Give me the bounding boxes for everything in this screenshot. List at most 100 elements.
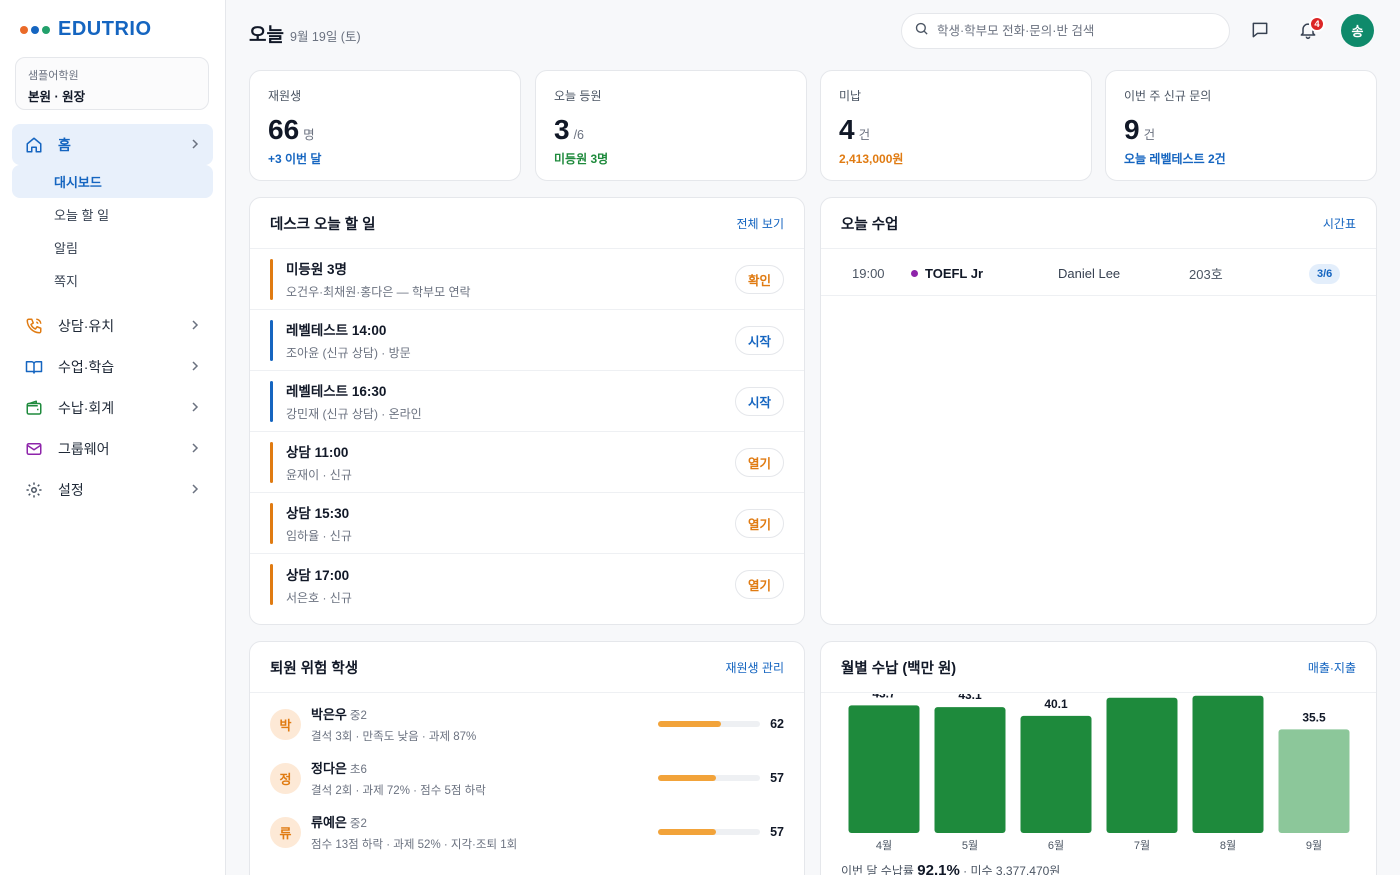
task-action-button[interactable]: 확인 <box>734 264 784 294</box>
sidebar-subitem-alerts[interactable]: 알림 <box>12 231 213 264</box>
logo-text: EDUTRIO <box>58 18 152 40</box>
task-subtitle: 오건우·최채원·홍다은 — 학부모 연락 <box>286 285 471 299</box>
task-action-button[interactable]: 열기 <box>734 570 784 599</box>
stat-unit: 건 <box>1143 128 1156 142</box>
stat-card-enrolled[interactable]: 재원생 66 명 +3 이번 달 <box>249 70 521 181</box>
revenue-panel: 월별 수납 (백만 원) 매출·지출 43.74월43.15월40.16월46.… <box>820 641 1377 875</box>
chevron-right-icon <box>191 401 199 415</box>
x-tick-label: 8월 <box>1220 839 1236 852</box>
stat-card-attendance[interactable]: 오늘 등원 3 /6 미등원 3명 <box>535 70 807 181</box>
page-title: 오늘 <box>249 25 284 46</box>
chevron-right-icon <box>191 442 199 456</box>
sidebar-item-home[interactable]: 홈 <box>12 124 213 165</box>
stat-value: 3 <box>554 114 570 145</box>
revenue-bar[interactable] <box>934 707 1006 833</box>
sidebar-item-groupware[interactable]: 그룹웨어 <box>12 428 213 469</box>
revenue-bar[interactable] <box>1106 697 1178 833</box>
collection-rate-label: 이번 달 수납률 <box>841 864 914 875</box>
mail-icon <box>24 439 44 459</box>
org-name: 샘플어학원 <box>28 70 79 82</box>
chevron-right-icon <box>191 483 199 497</box>
task-item[interactable]: 상담 11:00 윤재이 · 신규 열기 <box>250 432 804 493</box>
org-role: 본원 · 원장 <box>28 90 86 104</box>
stat-label: 미납 <box>839 89 862 103</box>
risk-progress-track <box>658 775 760 781</box>
risk-score: 57 <box>770 825 784 839</box>
task-color-bar <box>270 441 273 483</box>
task-action-button[interactable]: 열기 <box>734 508 784 538</box>
panel-title: 오늘 수업 <box>841 216 899 233</box>
stat-card-unpaid[interactable]: 미납 4 건 2,413,000원 <box>820 70 1092 181</box>
gear-icon <box>24 480 44 500</box>
home-icon <box>24 135 44 155</box>
task-color-bar <box>270 380 273 422</box>
risk-student-row[interactable]: 류 류예은 중2 점수 13점 하락 · 과제 52% · 지각·조퇴 1회 57 <box>250 805 804 859</box>
x-tick-label: 4월 <box>876 839 892 852</box>
revenue-bar[interactable] <box>1192 695 1264 833</box>
search-icon <box>914 21 929 41</box>
task-subtitle: 임하율 · 신규 <box>286 529 352 543</box>
revenue-bar[interactable] <box>848 705 920 833</box>
task-action-button[interactable]: 시작 <box>734 386 784 416</box>
sidebar-subitem-messages[interactable]: 쪽지 <box>12 264 213 297</box>
search-input[interactable] <box>937 24 1207 38</box>
chat-icon[interactable] <box>1249 19 1271 41</box>
revenue-bar[interactable] <box>1020 715 1092 833</box>
search-box[interactable] <box>901 13 1230 49</box>
book-icon <box>24 357 44 377</box>
stat-label: 이번 주 신규 문의 <box>1124 89 1212 103</box>
sidebar: EDUTRIO 샘플어학원 본원 · 원장 홈 대시보드 오늘 할 일 알림 쪽… <box>0 0 226 875</box>
task-item[interactable]: 레벨테스트 14:00 조아윤 (신규 상담) · 방문 시작 <box>250 310 804 371</box>
risk-progress-fill <box>658 829 717 835</box>
logo[interactable]: EDUTRIO <box>20 18 152 41</box>
task-item[interactable]: 레벨테스트 16:30 강민재 (신규 상담) · 온라인 시작 <box>250 371 804 432</box>
sidebar-subitem-dashboard[interactable]: 대시보드 <box>12 165 213 198</box>
bar-value-label: 43.7 <box>872 694 896 700</box>
manage-students-link[interactable]: 재원생 관리 <box>725 659 784 676</box>
stat-note: +3 이번 달 <box>268 152 322 166</box>
task-title: 상담 15:30 <box>286 506 350 521</box>
timetable-link[interactable]: 시간표 <box>1323 215 1356 232</box>
view-all-link[interactable]: 전체 보기 <box>737 215 785 232</box>
avatar[interactable]: 송 <box>1341 14 1374 47</box>
risk-progress-track <box>658 829 760 835</box>
task-item[interactable]: 상담 17:00 서은호 · 신규 열기 <box>250 554 804 615</box>
task-color-bar <box>270 319 273 361</box>
sidebar-item-settings[interactable]: 설정 <box>12 469 213 510</box>
task-action-button[interactable]: 시작 <box>734 325 784 355</box>
task-title: 미등원 3명 <box>286 262 347 277</box>
outstanding-amount: · 미수 3,377,470원 <box>963 864 1061 875</box>
logo-dots-icon <box>20 25 50 34</box>
task-color-bar <box>270 502 273 544</box>
stat-card-inquiries[interactable]: 이번 주 신규 문의 9 건 오늘 레벨테스트 2건 <box>1105 70 1377 181</box>
student-grade: 중2 <box>349 818 367 830</box>
sidebar-item-consulting[interactable]: 상담·유치 <box>12 305 213 346</box>
student-grade: 중2 <box>349 710 367 722</box>
student-risk-detail: 결석 2회 · 과제 72% · 점수 5점 하락 <box>311 785 486 797</box>
org-switcher[interactable]: 샘플어학원 본원 · 원장 <box>15 57 209 110</box>
task-subtitle: 조아윤 (신규 상담) · 방문 <box>286 346 411 360</box>
risk-student-row[interactable]: 박 박은우 중2 결석 3회 · 만족도 낮음 · 과제 87% 62 <box>250 697 804 751</box>
task-item[interactable]: 미등원 3명 오건우·최채원·홍다은 — 학부모 연락 확인 <box>250 249 804 310</box>
class-row[interactable]: 19:00 TOEFL Jr Daniel Lee 203호 3/6 <box>821 252 1376 296</box>
student-avatar: 박 <box>270 708 301 740</box>
sidebar-item-label: 설정 <box>58 481 84 498</box>
class-color-dot <box>911 270 918 277</box>
revenue-expense-link[interactable]: 매출·지출 <box>1308 659 1356 676</box>
sidebar-item-label: 그룹웨어 <box>58 440 110 457</box>
class-time: 19:00 <box>852 266 885 281</box>
chevron-right-icon <box>191 319 199 333</box>
sidebar-subitem-todo[interactable]: 오늘 할 일 <box>12 198 213 231</box>
stat-value: 4 <box>839 114 855 145</box>
task-action-button[interactable]: 열기 <box>734 447 784 477</box>
student-risk-detail: 점수 13점 하락 · 과제 52% · 지각·조퇴 1회 <box>311 839 518 851</box>
sidebar-item-label: 수업·학습 <box>58 358 115 375</box>
class-teacher: Daniel Lee <box>1058 266 1121 281</box>
task-item[interactable]: 상담 15:30 임하율 · 신규 열기 <box>250 493 804 554</box>
revenue-bar[interactable] <box>1278 729 1350 833</box>
phone-icon <box>24 316 44 336</box>
sidebar-item-classes[interactable]: 수업·학습 <box>12 346 213 387</box>
sidebar-item-billing[interactable]: 수납·회계 <box>12 387 213 428</box>
x-tick-label: 7월 <box>1134 839 1150 852</box>
risk-student-row[interactable]: 정 정다은 초6 결석 2회 · 과제 72% · 점수 5점 하락 57 <box>250 751 804 805</box>
